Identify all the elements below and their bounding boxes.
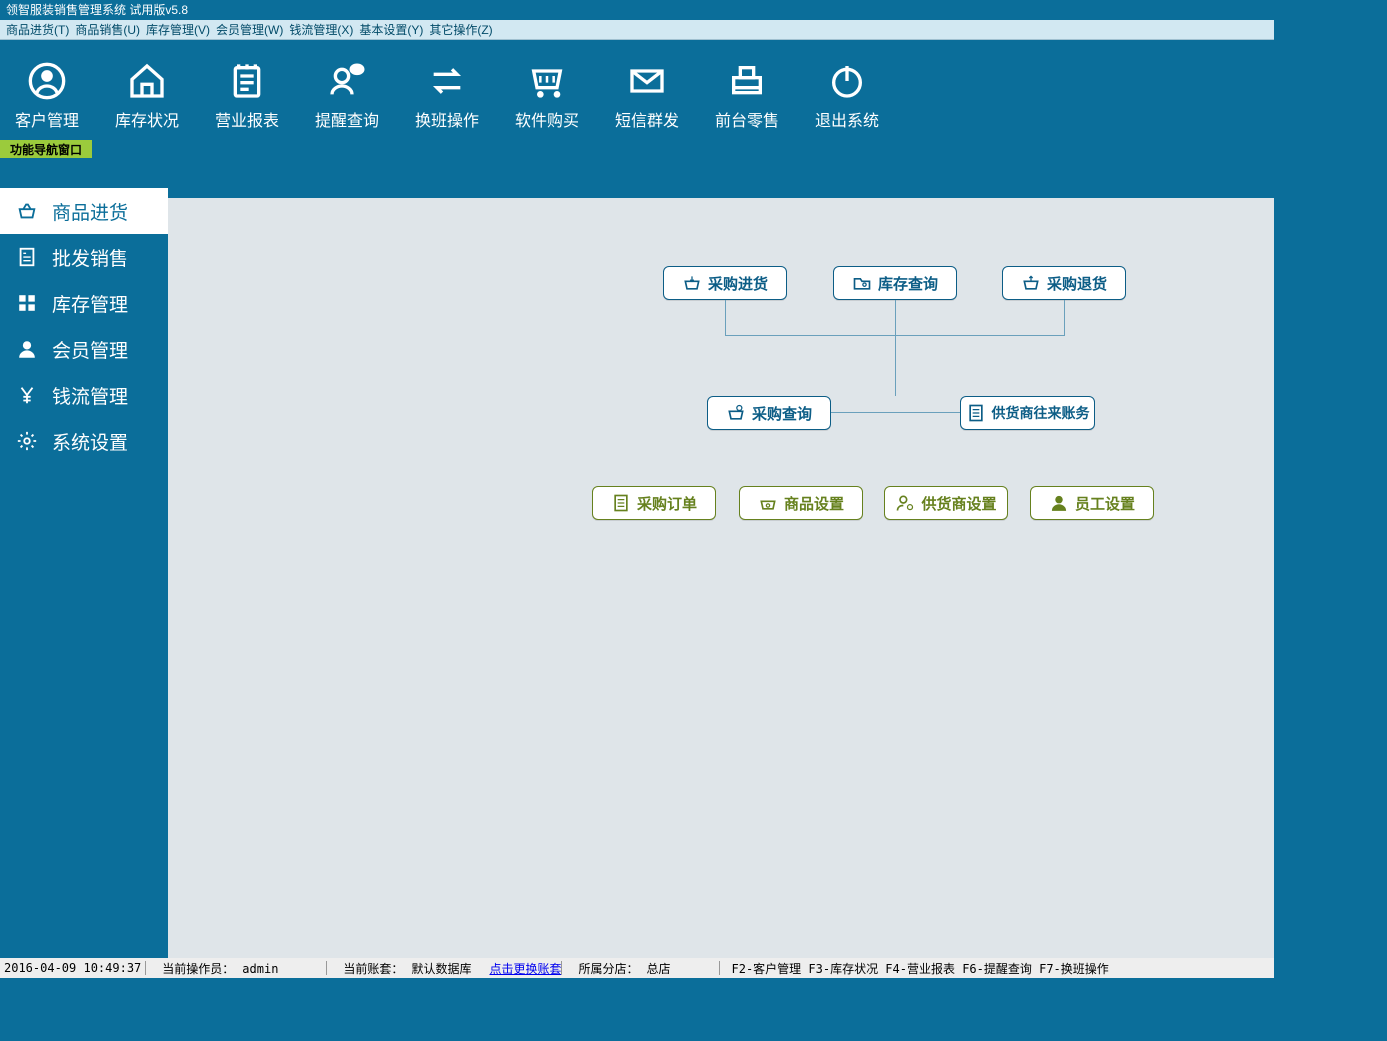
toolbar-software-buy[interactable]: 软件购买: [512, 61, 582, 131]
toolbar-label: 营业报表: [215, 107, 279, 131]
power-icon: [827, 61, 867, 101]
connector-line: [831, 412, 960, 413]
basket-down-icon: [682, 273, 702, 293]
sidebar-item-label: 钱流管理: [52, 382, 128, 409]
home-icon: [127, 61, 167, 101]
content-pane: 采购进货 库存查询 采购退货 采购查询 供货商往来账务: [168, 158, 1274, 960]
toolbar-remind-query[interactable]: 提醒查询: [312, 61, 382, 131]
menu-basic-settings[interactable]: 基本设置(Y): [359, 21, 423, 38]
sidebar-item-label: 商品进货: [52, 198, 128, 225]
sidebar-item-label: 库存管理: [52, 290, 128, 317]
flow-supplier-account[interactable]: 供货商往来账务: [960, 396, 1095, 430]
menu-other-ops[interactable]: 其它操作(Z): [429, 21, 492, 38]
menu-goods-purchase[interactable]: 商品进货(T): [6, 21, 69, 38]
menu-goods-sales[interactable]: 商品销售(U): [75, 21, 140, 38]
btn-staff-settings[interactable]: 员工设置: [1030, 486, 1154, 520]
basket-up-icon: [1021, 273, 1041, 293]
connector-line: [725, 300, 726, 335]
toolbar-sms-send[interactable]: 短信群发: [612, 61, 682, 131]
toolbar-label: 退出系统: [815, 107, 879, 131]
sidebar-item-member[interactable]: 会员管理: [0, 326, 168, 372]
status-branch-lbl: 所属分店：总店: [570, 960, 678, 977]
connector-line: [1064, 300, 1065, 335]
flow-inventory-query[interactable]: 库存查询: [833, 266, 957, 300]
menu-inventory-mgmt[interactable]: 库存管理(V): [146, 21, 210, 38]
user-icon: [16, 338, 38, 360]
user-circle-icon: [27, 61, 67, 101]
toolbar-label: 库存状况: [115, 107, 179, 131]
sidebar-item-inventory[interactable]: 库存管理: [0, 280, 168, 326]
tab-nav-window[interactable]: 功能导航窗口: [0, 140, 92, 158]
sidebar-item-wholesale[interactable]: 批发销售: [0, 234, 168, 280]
main-area: 商品进货 批发销售 库存管理 会员管理 钱流管理 系统设置: [0, 158, 1274, 960]
menu-cashflow-mgmt[interactable]: 钱流管理(X): [289, 21, 353, 38]
toolbar-shift-change[interactable]: 换班操作: [412, 61, 482, 131]
window-title: 领智服装销售管理系统 试用版v5.8: [0, 0, 1274, 20]
sidebar-item-label: 系统设置: [52, 428, 128, 455]
flow-label: 员工设置: [1075, 493, 1135, 514]
user-gear-icon: [895, 493, 915, 513]
menubar: 商品进货(T) 商品销售(U) 库存管理(V) 会员管理(W) 钱流管理(X) …: [0, 20, 1274, 40]
tabbar: 功能导航窗口: [0, 140, 1274, 158]
flow-label: 采购进货: [708, 273, 768, 294]
flow-label: 采购退货: [1047, 273, 1107, 294]
flow-purchase-return[interactable]: 采购退货: [1002, 266, 1126, 300]
toolbar-exit-system[interactable]: 退出系统: [812, 61, 882, 131]
status-datetime: 2016-04-09 10:49:37: [0, 961, 145, 975]
yen-icon: [16, 384, 38, 406]
btn-supplier-settings[interactable]: 供货商设置: [884, 486, 1008, 520]
toolbar-pos-retail[interactable]: 前台零售: [712, 61, 782, 131]
flow-purchase-query[interactable]: 采购查询: [707, 396, 831, 430]
flow-purchase-in[interactable]: 采购进货: [663, 266, 787, 300]
toolbar: 客户管理 库存状况 营业报表 提醒查询 换班操作 软件购买 短信群发 前台零售: [0, 40, 1274, 140]
connector-line: [895, 300, 896, 396]
status-operator-lbl: 当前操作员：admin: [154, 960, 286, 977]
status-account-lbl: 当前账套：默认数据库: [335, 960, 479, 977]
sidebar-item-label: 会员管理: [52, 336, 128, 363]
cart-icon: [527, 61, 567, 101]
status-bar: 2016-04-09 10:49:37 当前操作员：admin 当前账套：默认数…: [0, 958, 1274, 978]
status-switch-account-link[interactable]: 点击更换账套: [489, 960, 561, 977]
cash-register-icon: [727, 61, 767, 101]
toolbar-business-report[interactable]: 营业报表: [212, 61, 282, 131]
notepad-icon: [227, 61, 267, 101]
doc-list-icon: [966, 403, 986, 423]
gear-icon: [16, 430, 38, 452]
basket-icon: [16, 200, 38, 222]
grid-icon: [16, 292, 38, 314]
basket-gear-icon: [758, 493, 778, 513]
toolbar-customer-mgmt[interactable]: 客户管理: [12, 61, 82, 131]
menu-member-mgmt[interactable]: 会员管理(W): [216, 21, 283, 38]
flow-label: 库存查询: [878, 273, 938, 294]
btn-goods-settings[interactable]: 商品设置: [739, 486, 863, 520]
toolbar-label: 客户管理: [15, 107, 79, 131]
flow-label: 采购订单: [637, 493, 697, 514]
toolbar-label: 前台零售: [715, 107, 779, 131]
toolbar-label: 软件购买: [515, 107, 579, 131]
status-shortcuts: F2-客户管理 F3-库存状况 F4-营业报表 F6-提醒查询 F7-换班操作: [728, 960, 1113, 977]
envelope-icon: [627, 61, 667, 101]
sidebar-item-purchase[interactable]: 商品进货: [0, 188, 168, 234]
employee-icon: [1049, 493, 1069, 513]
btn-purchase-order[interactable]: 采购订单: [592, 486, 716, 520]
toolbar-inventory-status[interactable]: 库存状况: [112, 61, 182, 131]
flow-label: 商品设置: [784, 493, 844, 514]
sidebar-item-cashflow[interactable]: 钱流管理: [0, 372, 168, 418]
flow-label: 供货商设置: [921, 493, 996, 514]
receipt-icon: [16, 246, 38, 268]
doc-icon: [611, 493, 631, 513]
user-chat-icon: [327, 61, 367, 101]
sidebar-item-label: 批发销售: [52, 244, 128, 271]
basket-search-icon: [726, 403, 746, 423]
sidebar: 商品进货 批发销售 库存管理 会员管理 钱流管理 系统设置: [0, 158, 168, 960]
folder-search-icon: [852, 273, 872, 293]
toolbar-label: 提醒查询: [315, 107, 379, 131]
toolbar-label: 短信群发: [615, 107, 679, 131]
sidebar-item-settings[interactable]: 系统设置: [0, 418, 168, 464]
flow-label: 供货商往来账务: [992, 403, 1090, 423]
toolbar-label: 换班操作: [415, 107, 479, 131]
flow-label: 采购查询: [752, 403, 812, 424]
swap-icon: [427, 61, 467, 101]
